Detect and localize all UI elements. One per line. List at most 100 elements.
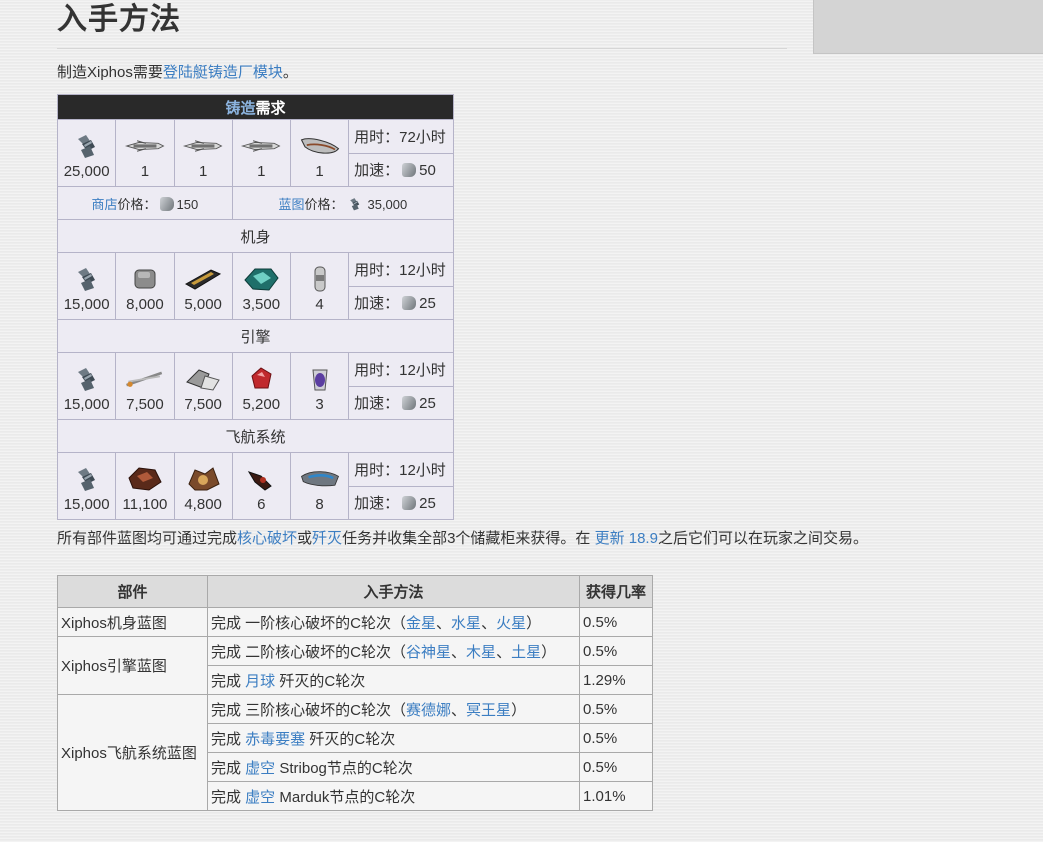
separator: 、	[496, 643, 512, 661]
avionics-credits-value: 15,000	[63, 495, 110, 513]
credits-icon[interactable]	[72, 264, 102, 294]
engine-pustrels-cell: 5,200	[231, 352, 291, 420]
engine-credits-value: 15,000	[63, 395, 110, 413]
note-text: 所有部件蓝图均可通过完成	[57, 530, 238, 547]
part-name: Xiphos机身蓝图	[57, 607, 208, 637]
fuselage-titanium-value: 8,000	[126, 295, 164, 313]
engine-pustrels-value: 5,200	[242, 395, 281, 413]
pluto-link[interactable]: 冥王星	[466, 702, 511, 719]
alloy-plate-icon[interactable]	[183, 364, 223, 394]
sabotage-link[interactable]: 核心破坏	[237, 530, 297, 547]
mars-link[interactable]: 火星	[496, 615, 526, 632]
intro-text: 制造Xiphos需要登陆艇铸造厂模块。	[57, 61, 298, 82]
titanium-icon[interactable]	[130, 264, 160, 294]
carbides-icon[interactable]	[183, 264, 223, 294]
avionics-injector-cell: 8	[289, 452, 350, 520]
exterminate-link[interactable]: 歼灭	[312, 530, 342, 547]
method-text: 完成	[211, 788, 246, 806]
method-cell: 完成 二阶核心破坏的C轮次（谷神星、木星、土星）	[207, 636, 580, 666]
intro-suffix: 。	[282, 64, 298, 81]
method-text: Stribog节点的C轮次	[275, 759, 413, 777]
copernics-icon[interactable]	[125, 464, 165, 494]
time-value: 72小时	[399, 128, 446, 146]
fuselage-carbides-cell: 5,000	[173, 252, 233, 320]
lua-link[interactable]: 月球	[245, 673, 275, 690]
col-header-rate: 获得几率	[579, 575, 653, 608]
engine-nitain-cell: 3	[289, 352, 350, 420]
credits-icon[interactable]	[72, 364, 102, 394]
note-text: 之后它们可以在玩家之间交易。	[657, 530, 868, 547]
separator: 、	[481, 614, 497, 632]
fuselage-blueprint-icon[interactable]	[239, 131, 283, 161]
avionics-nullstones-cell: 4,800	[173, 452, 233, 520]
method-text: Marduk节点的C轮次	[275, 788, 416, 806]
avionics-credits-cell: 15,000	[56, 452, 117, 520]
update-link[interactable]: 更新 18.9	[595, 530, 658, 547]
fuselage-credits-value: 15,000	[63, 295, 110, 313]
method-text: 完成	[211, 672, 246, 690]
drop-rate: 1.01%	[579, 781, 653, 811]
fuselage-build-time: 用时：12小时	[348, 252, 454, 287]
asterite-icon[interactable]	[123, 364, 167, 394]
platinum-icon	[402, 163, 417, 178]
nitain-extract-icon[interactable]	[305, 364, 335, 394]
parts-note: 所有部件蓝图均可通过完成核心破坏或歼灭任务并收集全部3个储藏柜来获得。在 更新 …	[57, 527, 868, 548]
method-text: 完成 三阶核心破坏的C轮次（	[211, 701, 407, 719]
void-link[interactable]: 虚空	[245, 760, 275, 777]
fieldron-icon[interactable]	[241, 464, 281, 494]
credits-icon[interactable]	[72, 464, 102, 494]
void-link[interactable]: 虚空	[245, 789, 275, 806]
blueprint-price: 蓝图价格： 35,000	[231, 186, 455, 220]
platinum-icon	[402, 496, 417, 511]
main-xiphos-value: 1	[315, 162, 324, 180]
avionics-nullstones-value: 4,800	[184, 495, 222, 513]
method-cell: 完成 三阶核心破坏的C轮次（赛德娜、冥王星）	[207, 694, 580, 724]
part-name: Xiphos飞航系统蓝图	[57, 694, 208, 811]
avionics-blueprint-icon[interactable]	[181, 131, 225, 161]
col-header-method: 入手方法	[207, 575, 580, 608]
engine-blueprint-icon[interactable]	[123, 131, 167, 161]
fuselage-diodes-value: 3,500	[242, 295, 281, 313]
main-engine-bp-value: 1	[140, 162, 150, 180]
foundry-link[interactable]: 铸造	[225, 100, 255, 117]
time-label: 用时：	[354, 128, 400, 146]
sedna-link[interactable]: 赛德娜	[406, 702, 451, 719]
mercury-link[interactable]: 水星	[451, 615, 481, 632]
time-label: 用时：	[354, 461, 400, 479]
credits-icon[interactable]	[72, 131, 102, 161]
avionics-build-time: 用时：12小时	[348, 452, 454, 487]
avionics-copernics-cell: 11,100	[115, 452, 175, 520]
saturn-link[interactable]: 土星	[511, 644, 541, 661]
acquisition-table: 部件 入手方法 获得几率 Xiphos机身蓝图 完成 一阶核心破坏的C轮次（金星…	[57, 575, 653, 811]
fuselage-carbides-value: 5,000	[184, 295, 222, 313]
engine-alloy-cell: 7,500	[173, 352, 233, 420]
main-build-time: 用时：72小时	[348, 119, 454, 154]
ceres-link[interactable]: 谷神星	[406, 644, 451, 661]
method-cell: 完成 虚空 Stribog节点的C轮次	[207, 752, 580, 782]
jupiter-link[interactable]: 木星	[466, 644, 496, 661]
rush-value: 25	[419, 495, 436, 513]
market-link[interactable]: 商店	[91, 197, 117, 212]
foundry-requirements-table: 铸造需求 25,000 1 1 1 1 用时：72小时 加速： 50 商店价格： 1…	[56, 94, 455, 520]
time-label: 用时：	[354, 261, 400, 279]
blueprint-link[interactable]: 蓝图	[278, 197, 304, 212]
kuva-fortress-link[interactable]: 赤毒要塞	[245, 731, 305, 748]
avionics-fieldron-cell: 6	[231, 452, 291, 520]
oxium-icon[interactable]	[305, 264, 335, 294]
blueprint-price-label: 价格：	[304, 196, 344, 212]
venus-link[interactable]: 金星	[406, 615, 436, 632]
engine-asterite-value: 7,500	[126, 395, 164, 413]
pustrels-icon[interactable]	[246, 364, 276, 394]
drop-rate: 0.5%	[579, 607, 653, 637]
nullstones-icon[interactable]	[183, 464, 223, 494]
note-text: 或	[297, 530, 313, 547]
title-divider	[57, 48, 787, 49]
dry-dock-link[interactable]: 登陆艇铸造厂模块	[163, 64, 283, 81]
drop-rate: 0.5%	[579, 752, 653, 782]
avionics-fieldron-value: 6	[257, 495, 266, 513]
xiphos-icon[interactable]	[298, 131, 342, 161]
cubic-diodes-icon[interactable]	[241, 264, 281, 294]
detonite-injector-icon[interactable]	[298, 464, 342, 494]
separator: 、	[451, 701, 467, 719]
method-cell: 完成 月球 歼灭的C轮次	[207, 665, 580, 695]
